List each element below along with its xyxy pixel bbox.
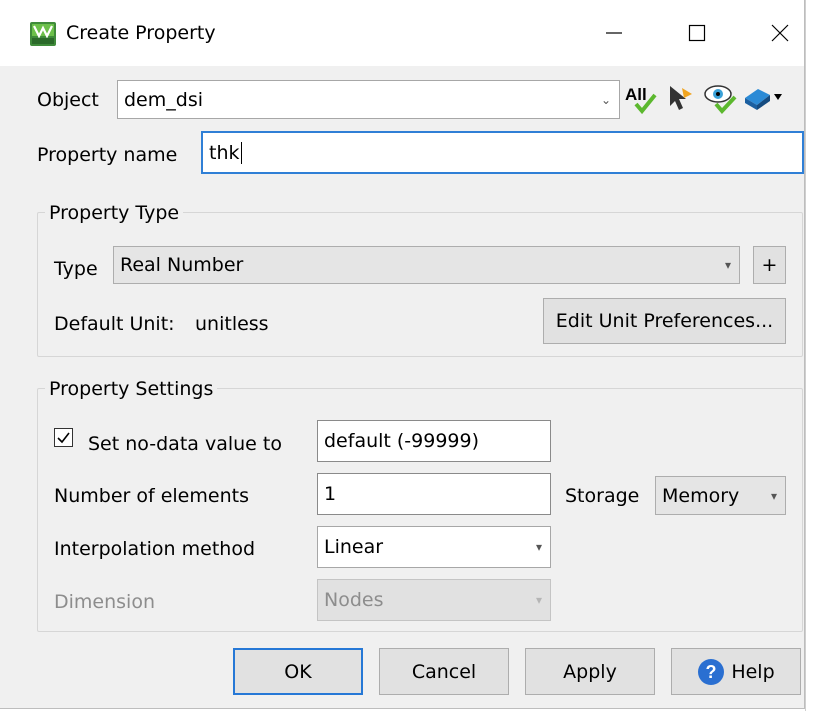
property-name-value: thk <box>209 141 240 164</box>
property-type-group-title: Property Type <box>45 202 184 224</box>
default-unit-value: unitless <box>195 313 269 335</box>
minimize-icon <box>606 32 622 34</box>
cancel-label: Cancel <box>411 660 477 683</box>
close-icon <box>771 24 789 42</box>
chevron-down-icon: ▾ <box>770 488 777 503</box>
close-button[interactable] <box>757 14 803 52</box>
text-caret <box>240 141 242 164</box>
object-type-menu-button[interactable] <box>742 80 784 116</box>
interpolation-select[interactable]: Linear ▾ <box>317 526 551 568</box>
edit-unit-preferences-button[interactable]: Edit Unit Preferences... <box>543 298 786 344</box>
storage-select[interactable]: Memory ▾ <box>655 476 786 515</box>
dimension-select: Nodes ▾ <box>317 579 551 621</box>
default-unit-label: Default Unit: <box>54 313 175 335</box>
elements-input[interactable]: 1 <box>317 473 551 515</box>
chevron-down-icon: ▾ <box>535 593 542 607</box>
dimension-label: Dimension <box>54 591 155 613</box>
nodata-value: default (-99999) <box>324 430 480 452</box>
edit-unit-preferences-label: Edit Unit Preferences... <box>555 310 774 332</box>
minimize-button[interactable] <box>591 14 637 52</box>
checkmark-icon <box>57 432 70 444</box>
help-label: Help <box>731 660 775 683</box>
help-button[interactable]: ? Help <box>671 648 801 695</box>
create-property-dialog: Create Property Object dem_dsi ⌄ All Pro… <box>0 0 805 709</box>
nodata-label[interactable]: Set no-data value to <box>88 433 282 455</box>
chevron-down-icon: ▾ <box>724 258 731 272</box>
chevron-down-icon: ⌄ <box>600 92 611 107</box>
elements-label: Number of elements <box>54 485 249 507</box>
plus-icon: + <box>761 254 778 276</box>
type-value: Real Number <box>120 254 244 276</box>
svg-text:?: ? <box>706 662 717 682</box>
window-title: Create Property <box>66 22 216 44</box>
visible-objects-button[interactable] <box>702 80 738 116</box>
dimension-value: Nodes <box>324 589 384 611</box>
property-name-label: Property name <box>37 144 178 166</box>
object-select[interactable]: dem_dsi ⌄ <box>117 80 620 119</box>
background-window-edge <box>805 0 815 711</box>
help-icon: ? <box>698 658 725 685</box>
nodata-value-input[interactable]: default (-99999) <box>317 420 551 462</box>
all-text: All <box>625 85 647 104</box>
surface-dropdown-icon <box>745 89 782 110</box>
nodata-checkbox[interactable] <box>54 428 73 447</box>
apply-button[interactable]: Apply <box>525 648 655 695</box>
ok-button[interactable]: OK <box>233 648 363 695</box>
select-cursor-button[interactable] <box>662 80 698 116</box>
cursor-select-icon <box>670 86 692 110</box>
add-type-button[interactable]: + <box>753 246 786 284</box>
eye-check-icon <box>704 85 737 115</box>
property-name-input[interactable]: thk <box>201 131 804 174</box>
interpolation-label: Interpolation method <box>54 538 256 560</box>
type-select[interactable]: Real Number ▾ <box>113 246 740 284</box>
storage-value: Memory <box>662 484 740 507</box>
title-bar: Create Property <box>0 0 804 66</box>
apply-label: Apply <box>563 660 617 683</box>
app-logo-icon <box>30 22 56 46</box>
ok-label: OK <box>284 660 312 683</box>
type-label: Type <box>54 258 98 280</box>
storage-label: Storage <box>565 485 640 507</box>
chevron-down-icon: ▾ <box>535 540 542 554</box>
maximize-icon <box>688 24 706 42</box>
cancel-button[interactable]: Cancel <box>379 648 509 695</box>
maximize-button[interactable] <box>674 14 720 52</box>
interpolation-value: Linear <box>324 536 384 558</box>
property-settings-group-title: Property Settings <box>45 378 218 400</box>
object-value: dem_dsi <box>124 88 203 111</box>
object-label: Object <box>37 89 99 111</box>
select-all-icon: All <box>625 85 657 115</box>
elements-value: 1 <box>324 483 337 505</box>
select-all-button[interactable]: All <box>622 80 658 116</box>
